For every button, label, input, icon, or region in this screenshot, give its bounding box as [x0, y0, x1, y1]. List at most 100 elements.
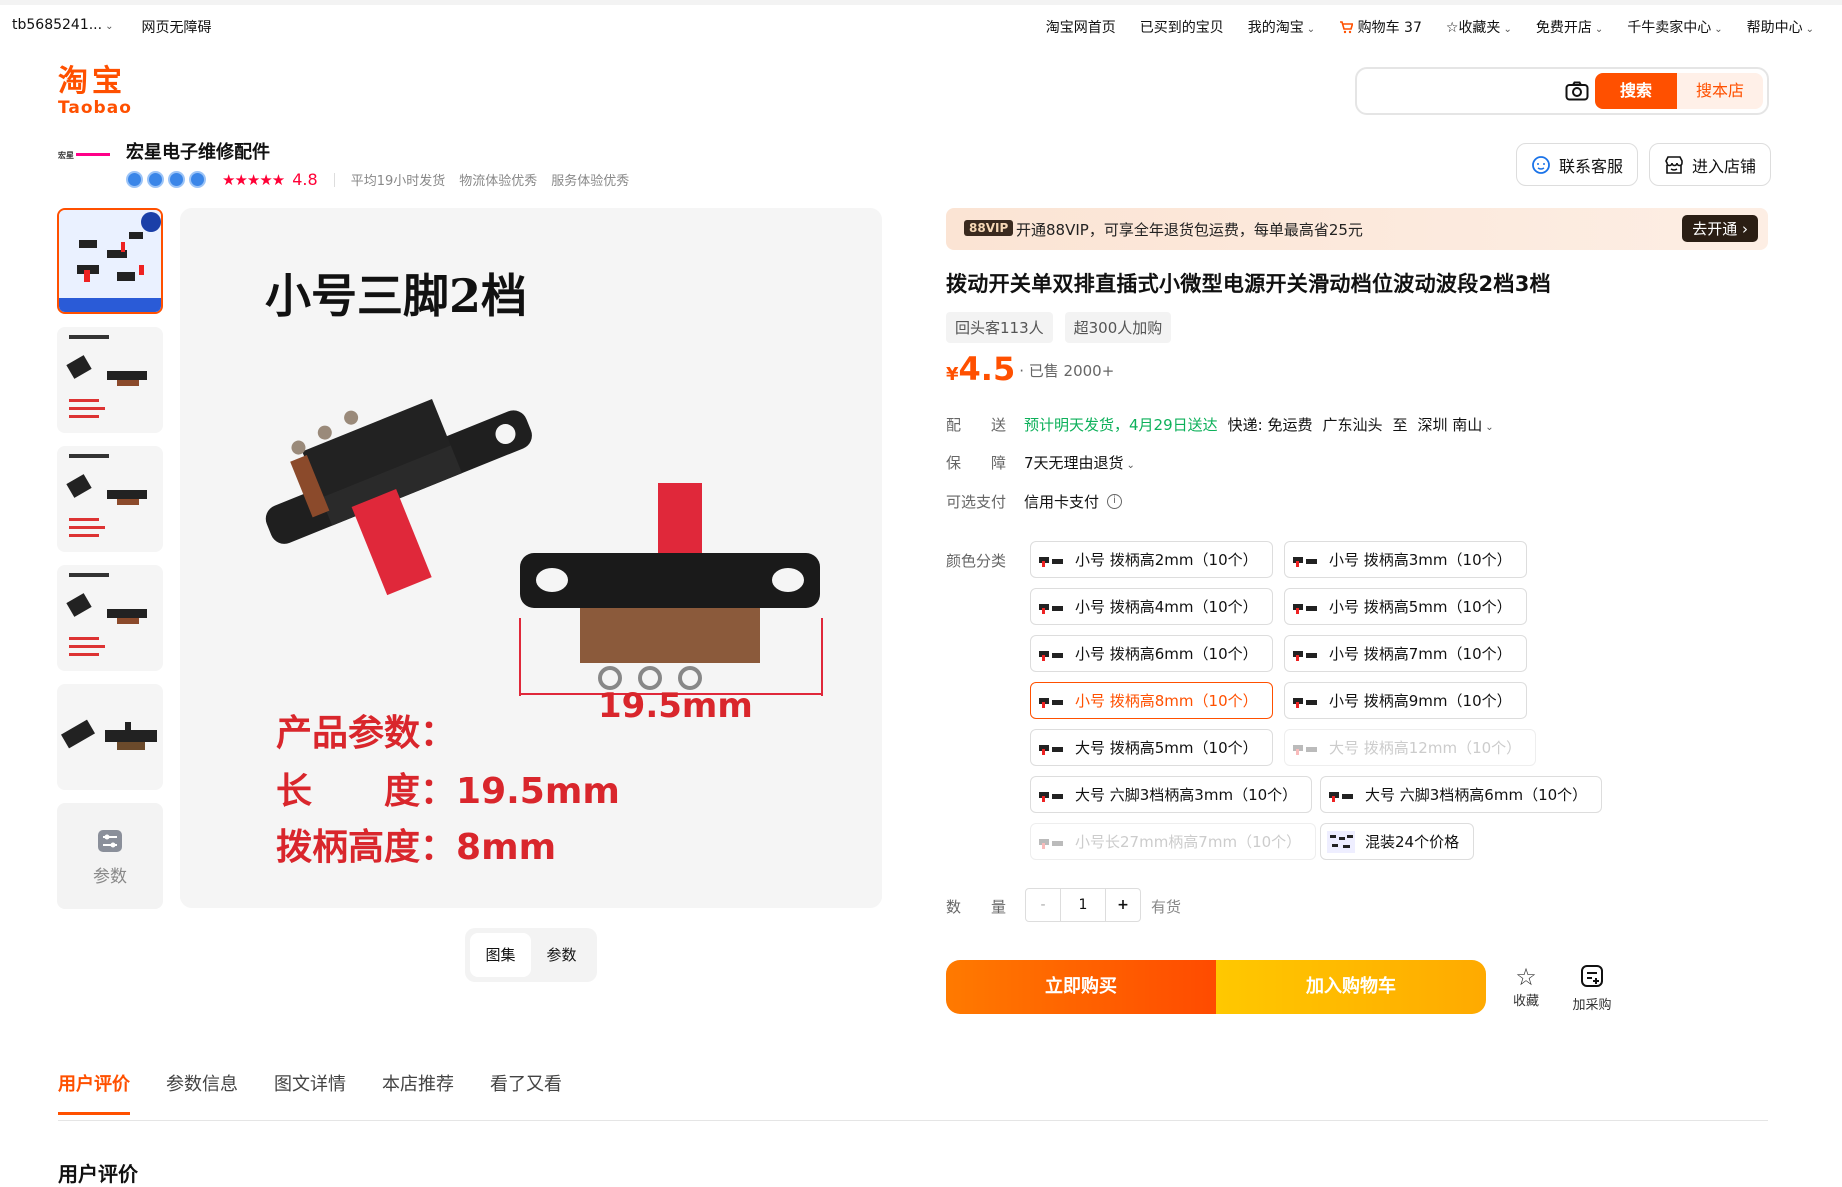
chevron-down-icon: ⌄	[1805, 24, 1814, 35]
thumbnail-4[interactable]	[57, 565, 163, 671]
sku-thumbnail	[1327, 830, 1355, 853]
thumbnail-1[interactable]	[57, 208, 163, 314]
contact-service-button[interactable]: 联系客服	[1516, 143, 1639, 186]
sku-option[interactable]: 小号 拨柄高5mm（10个）	[1284, 588, 1527, 625]
quantity-input[interactable]: 1	[1061, 888, 1105, 922]
ship-to-selector[interactable]: 深圳 南山 ⌄	[1418, 414, 1494, 435]
tag-repeat-customers: 回头客113人	[946, 312, 1053, 343]
price-block: ¥4.5 · 已售 2000+	[946, 350, 1114, 388]
sku-label-row: 颜色分类	[946, 550, 1024, 571]
sku-option[interactable]: 小号 拨柄高4mm（10个）	[1030, 588, 1273, 625]
search-input[interactable]	[1369, 77, 1559, 105]
shop-name[interactable]: 宏星电子维修配件	[126, 138, 270, 164]
logo-cn-text: 淘宝	[58, 64, 126, 99]
tab-detail[interactable]: 图文详情	[274, 1070, 346, 1096]
shop-stat: 平均19小时发货	[350, 174, 446, 189]
nav-help-center[interactable]: 帮助中心 ⌄	[1747, 17, 1814, 37]
sku-thumbnail	[1037, 596, 1065, 618]
taobao-logo[interactable]: 淘宝 Taobao	[58, 66, 138, 122]
guarantee-selector[interactable]: 7天无理由退货 ⌄	[1024, 452, 1135, 473]
favorite-button[interactable]: ☆ 收藏	[1501, 964, 1551, 1009]
nav-open-shop[interactable]: 免费开店 ⌄	[1536, 17, 1603, 37]
sku-thumbnail	[1291, 596, 1319, 618]
divider	[333, 172, 335, 187]
add-to-cart-button[interactable]: 加入购物车	[1216, 960, 1486, 1014]
tab-also-viewed[interactable]: 看了又看	[490, 1070, 562, 1096]
vip-banner[interactable]: 88VIP 开通88VIP，可享全年退货包运费，每单最高省25元 去开通 ›	[946, 208, 1768, 250]
nav-orders-link[interactable]: 已买到的宝贝	[1140, 17, 1224, 37]
sku-option[interactable]: 小号 拨柄高2mm（10个）	[1030, 541, 1273, 578]
sku-option[interactable]: 小号 拨柄高3mm（10个）	[1284, 541, 1527, 578]
price-value: 4.5	[958, 350, 1016, 388]
image-param-length: 长 度：19.5mm	[276, 762, 620, 814]
nav-cart-link[interactable]: 购物车 37	[1339, 17, 1422, 37]
sku-thumbnail	[1327, 784, 1355, 806]
sku-thumbnail	[1037, 690, 1065, 712]
quantity-minus-button[interactable]: -	[1025, 888, 1061, 922]
chevron-down-icon: ⌄	[1485, 422, 1494, 433]
thumbnail-5[interactable]	[57, 684, 163, 790]
search-button[interactable]: 搜索	[1595, 73, 1677, 109]
quantity-stepper: - 1 +	[1025, 888, 1141, 922]
sku-thumbnail	[1037, 784, 1065, 806]
purchase-list-icon	[1581, 965, 1603, 987]
sku-thumbnail	[1291, 690, 1319, 712]
top-navigation-bar: tb5685241... ⌄ 网页无障碍 淘宝网首页 已买到的宝贝 我的淘宝 ⌄ 购…	[0, 5, 1842, 47]
tab-param-info[interactable]: 参数信息	[166, 1070, 238, 1096]
shop-stat: 物流体验优秀	[459, 174, 538, 189]
ship-from: 广东汕头	[1322, 416, 1383, 434]
thumbnail-3[interactable]	[57, 446, 163, 552]
vip-open-button[interactable]: 去开通 ›	[1682, 215, 1758, 242]
tab-shop-recommend[interactable]: 本店推荐	[382, 1070, 454, 1096]
camera-icon[interactable]	[1565, 81, 1589, 101]
sku-option[interactable]: 混装24个价格	[1320, 823, 1475, 860]
sku-option-selected[interactable]: 小号 拨柄高8mm（10个）	[1030, 682, 1273, 719]
tab-gallery[interactable]: 图集	[470, 933, 531, 977]
star-outline-icon: ☆	[1445, 20, 1459, 36]
thumbnail-image	[57, 327, 163, 433]
info-icon[interactable]: i	[1107, 494, 1123, 509]
account-menu[interactable]: tb5685241... ⌄	[12, 17, 113, 37]
sku-option[interactable]: 小号 拨柄高6mm（10个）	[1030, 635, 1273, 672]
main-product-image[interactable]: 小号三脚2档 19.5mm 产品参数： 长 度：19.5mm 拨柄高度：8mm	[180, 208, 882, 908]
enter-shop-button[interactable]: 进入店铺	[1649, 143, 1772, 186]
add-purchase-button[interactable]: 加采购	[1567, 964, 1617, 1013]
sku-thumbnail	[1291, 549, 1319, 571]
nav-help-center-label: 帮助中心	[1746, 20, 1803, 36]
payment-row: 可选支付 信用卡支付 i	[946, 491, 1123, 512]
sku-option[interactable]: 小号 拨柄高9mm（10个）	[1284, 682, 1527, 719]
quantity-plus-button[interactable]: +	[1105, 888, 1141, 922]
chevron-down-icon: ⌄	[1503, 24, 1512, 35]
sku-option[interactable]: 小号 拨柄高7mm（10个）	[1284, 635, 1527, 672]
shop-logo[interactable]: 宏星	[58, 150, 116, 174]
sku-option-disabled: 大号 拨柄高12mm（10个）	[1284, 729, 1537, 766]
sku-option[interactable]: 大号 六脚3档柄高3mm（10个）	[1030, 776, 1313, 813]
shop-stat: 服务体验优秀	[551, 174, 630, 189]
thumbnail-params[interactable]: 参数	[57, 803, 163, 909]
tabs-divider	[58, 1120, 1768, 1121]
medal-icon	[126, 171, 143, 188]
guarantee-label: 保 障	[946, 454, 1007, 472]
detail-tabs: 用户评价 参数信息 图文详情 本店推荐 看了又看	[58, 1070, 562, 1115]
nav-my-taobao[interactable]: 我的淘宝 ⌄	[1248, 17, 1315, 37]
quantity-label: 数 量	[946, 898, 1007, 916]
section-heading: 用户评价	[58, 1162, 138, 1186]
tab-reviews[interactable]: 用户评价	[58, 1070, 130, 1115]
sku-option-label: 大号 拨柄高12mm（10个）	[1329, 739, 1522, 757]
nav-open-shop-label: 免费开店	[1535, 20, 1592, 36]
sku-option-label: 大号 六脚3档柄高6mm（10个）	[1365, 786, 1588, 804]
image-param-height: 拨柄高度：8mm	[276, 818, 556, 870]
shop-meta: ★★★★★ 4.8 平均19小时发货 物流体验优秀 服务体验优秀	[126, 170, 629, 189]
search-shop-button[interactable]: 搜本店	[1677, 73, 1763, 109]
buy-now-button[interactable]: 立即购买	[946, 960, 1216, 1014]
nav-seller-center[interactable]: 千牛卖家中心 ⌄	[1627, 17, 1722, 37]
guarantee-row: 保 障 7天无理由退货 ⌄	[946, 452, 1135, 473]
tab-params[interactable]: 参数	[531, 933, 592, 977]
accessibility-link[interactable]: 网页无障碍	[141, 17, 211, 37]
thumbnail-2[interactable]	[57, 327, 163, 433]
nav-favorites[interactable]: ☆收藏夹 ⌄	[1446, 17, 1512, 37]
sku-option[interactable]: 大号 六脚3档柄高6mm（10个）	[1320, 776, 1603, 813]
nav-home-link[interactable]: 淘宝网首页	[1046, 17, 1116, 37]
ship-to-label: 深圳 南山	[1417, 416, 1483, 434]
sku-option[interactable]: 大号 拨柄高5mm（10个）	[1030, 729, 1273, 766]
